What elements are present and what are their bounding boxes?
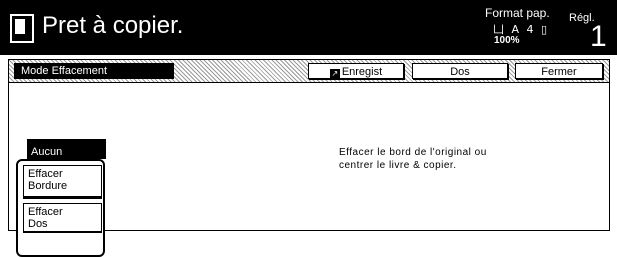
erase-options-group: Effacer Bordure Effacer Dos (16, 159, 105, 257)
mode-title: Mode Effacement (14, 63, 174, 79)
option-erase-spine-button[interactable]: Effacer Dos (23, 203, 102, 233)
description-text: Effacer le bord de l'original ou centrer… (339, 146, 599, 172)
erase-mode-panel: Mode Effacement ↗ Enregist Dos Fermer Eff… (8, 59, 610, 257)
option-label: Dos (28, 218, 48, 230)
panel-header: Mode Effacement ↗ Enregist Dos Fermer (9, 60, 609, 83)
document-icon (10, 14, 34, 43)
paper-format-label: Format pap. (485, 6, 550, 20)
status-header: Pret à copier. Format pap. 凵 A 4 ▯ 100% … (0, 0, 617, 55)
option-none-button[interactable]: Aucun (27, 139, 106, 159)
copy-count: 1 (590, 20, 607, 53)
option-erase-border-button[interactable]: Effacer Bordure (23, 165, 102, 199)
close-button[interactable]: Fermer (515, 63, 603, 79)
page-title: Pret à copier. (42, 12, 184, 39)
save-button[interactable]: ↗ Enregist (308, 63, 404, 79)
zoom-level: 100% (494, 35, 520, 46)
option-label: Effacer (28, 168, 63, 180)
option-label: Effacer (28, 206, 63, 218)
description-line: centrer le livre & copier. (339, 160, 457, 171)
back-button[interactable]: Dos (412, 63, 508, 79)
save-button-label: Enregist (341, 66, 383, 78)
description-line: Effacer le bord de l'original ou (339, 147, 487, 158)
save-arrow-icon: ↗ (329, 69, 340, 79)
option-label: Bordure (28, 180, 68, 192)
